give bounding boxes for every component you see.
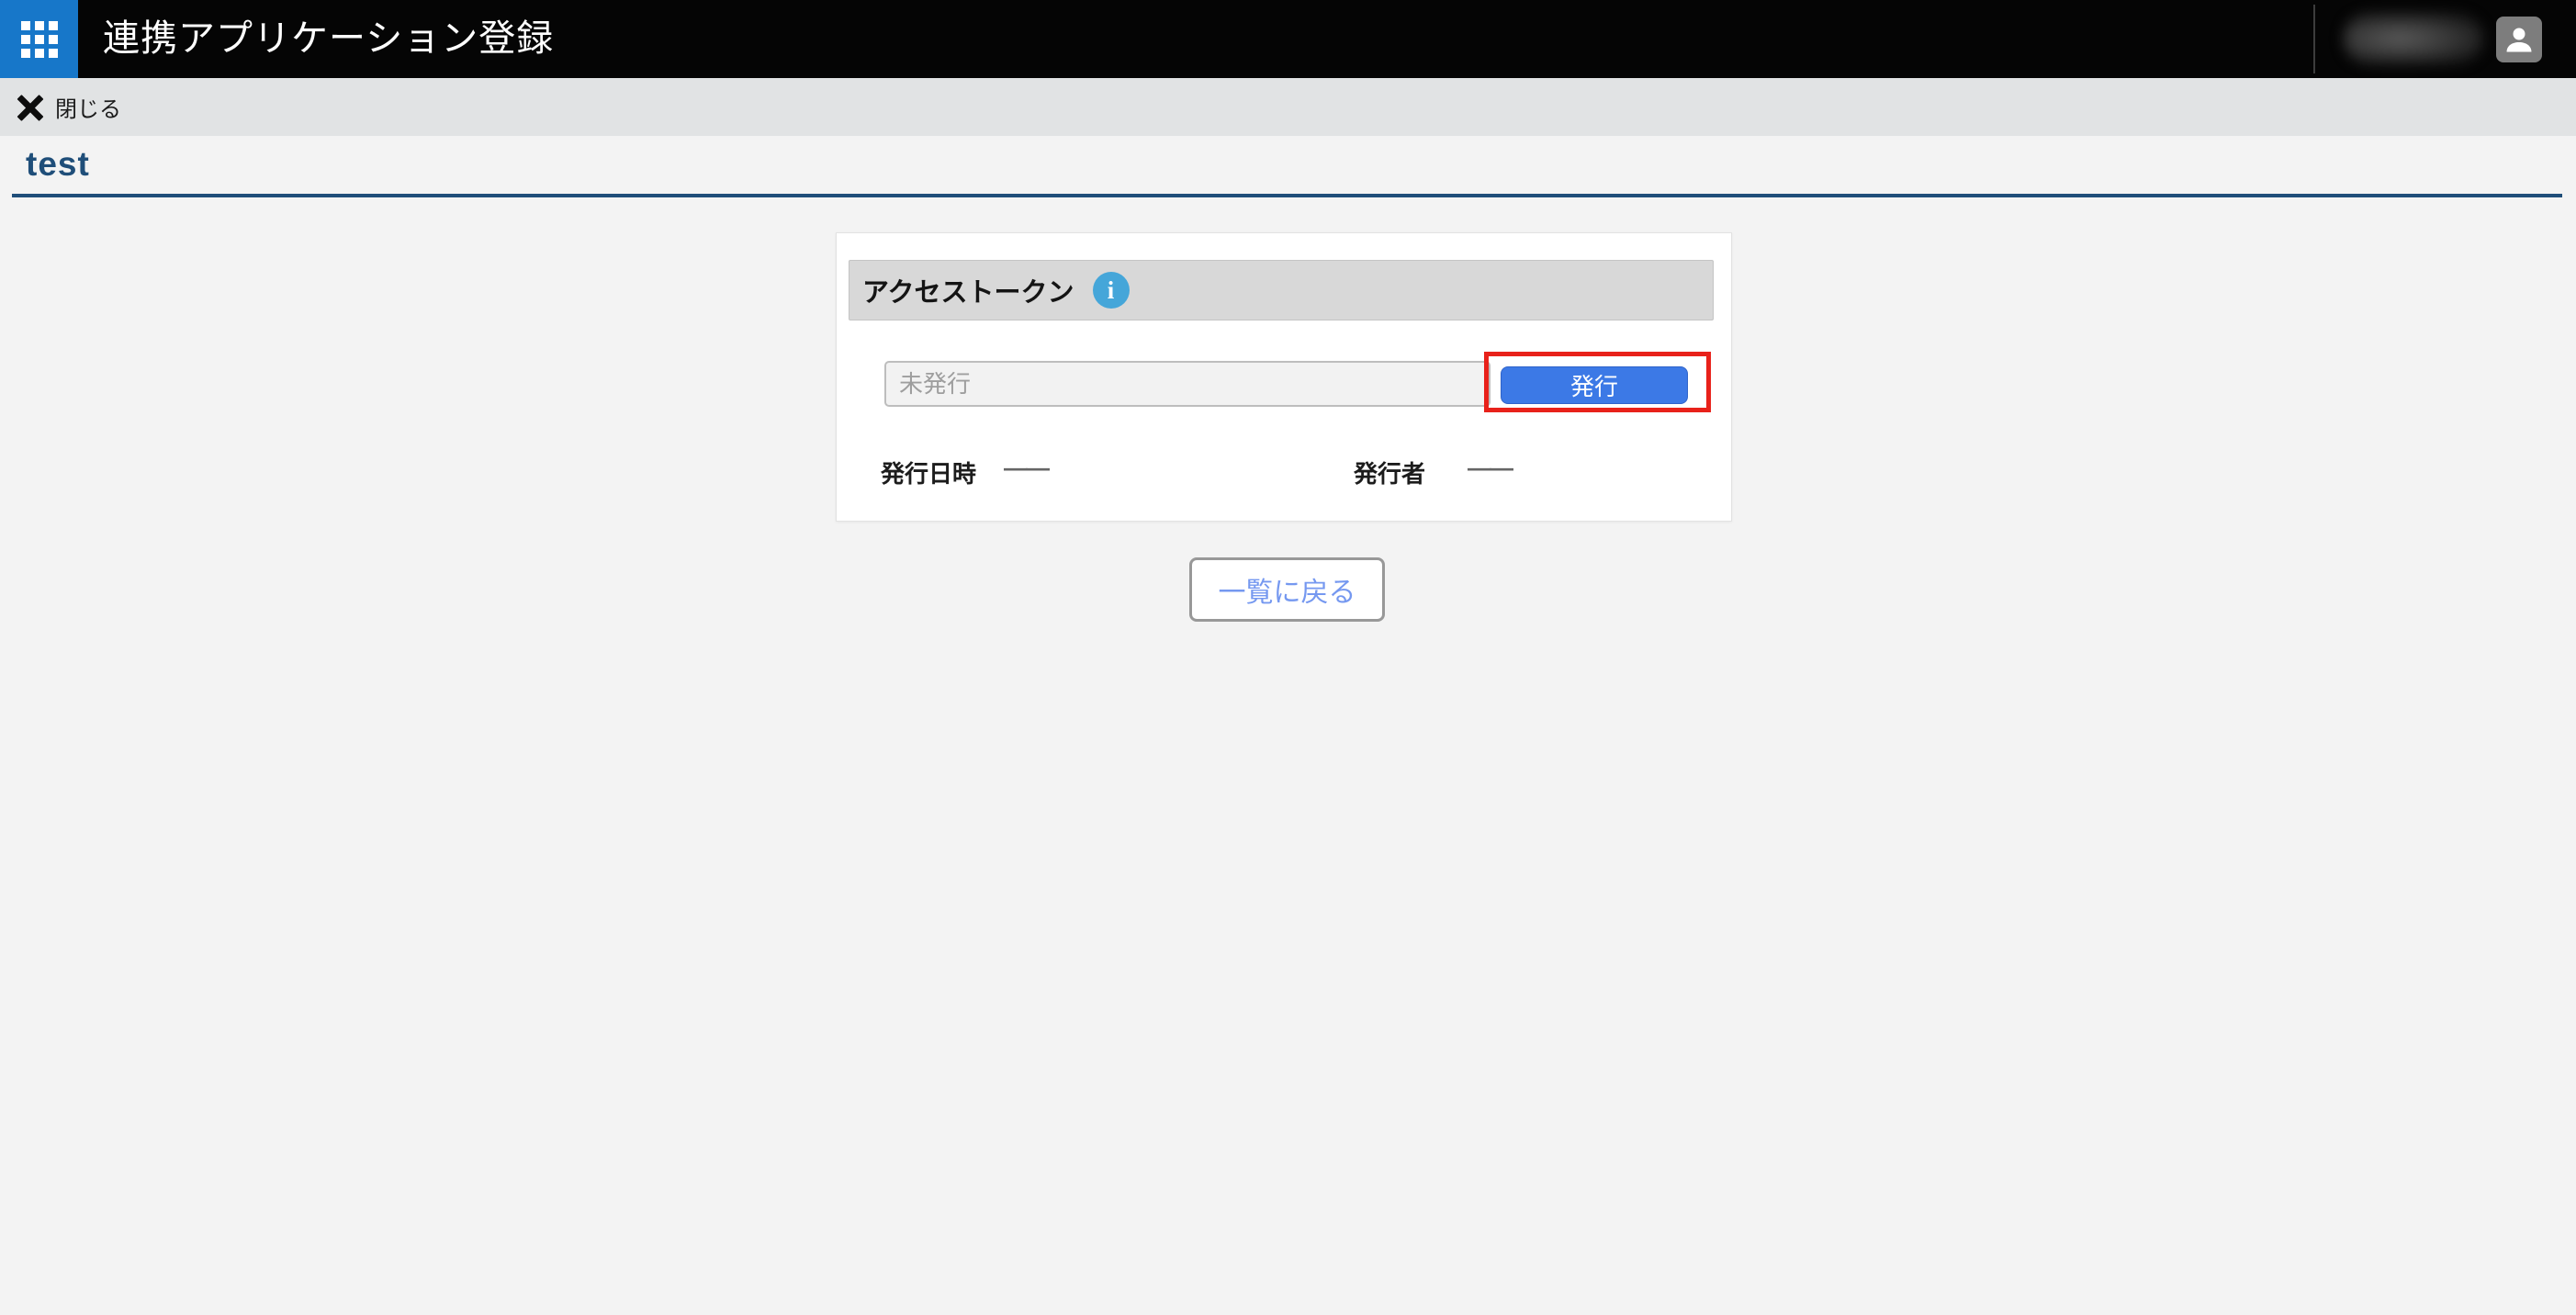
app-launcher-button[interactable] bbox=[0, 0, 78, 78]
header-divider bbox=[2313, 5, 2315, 73]
app-title: 連携アプリケーション登録 bbox=[103, 0, 554, 78]
issuer-label: 発行者 bbox=[1354, 455, 1425, 489]
card-title: アクセストークン bbox=[862, 271, 1074, 309]
info-icon-glyph: i bbox=[1108, 278, 1115, 303]
app-grid-icon bbox=[21, 21, 58, 58]
page-title-underline bbox=[12, 194, 2562, 197]
screen: 連携アプリケーション登録 閉じる test アクセストークン i 発行 bbox=[0, 0, 2576, 1315]
issuer-value: ―― bbox=[1468, 454, 1512, 482]
close-toolbar: 閉じる bbox=[0, 78, 2576, 136]
issued-at-label: 発行日時 bbox=[881, 455, 976, 489]
close-icon bbox=[17, 94, 44, 121]
close-label: 閉じる bbox=[55, 91, 121, 123]
user-avatar-button[interactable] bbox=[2496, 17, 2542, 62]
issued-at-value: ―― bbox=[1004, 454, 1048, 482]
card-header: アクセストークン i bbox=[849, 260, 1714, 320]
issue-button[interactable]: 発行 bbox=[1501, 366, 1688, 404]
page-title: test bbox=[26, 145, 90, 184]
person-icon bbox=[2502, 22, 2537, 57]
redacted-username bbox=[2344, 13, 2483, 64]
info-icon[interactable]: i bbox=[1093, 272, 1130, 309]
close-button[interactable]: 閉じる bbox=[17, 91, 121, 123]
token-input[interactable] bbox=[884, 361, 1490, 407]
back-to-list-button[interactable]: 一覧に戻る bbox=[1189, 557, 1385, 622]
access-token-card: アクセストークン i 発行 発行日時 ―― 発行者 ―― bbox=[836, 232, 1732, 522]
app-header: 連携アプリケーション登録 bbox=[0, 0, 2576, 78]
